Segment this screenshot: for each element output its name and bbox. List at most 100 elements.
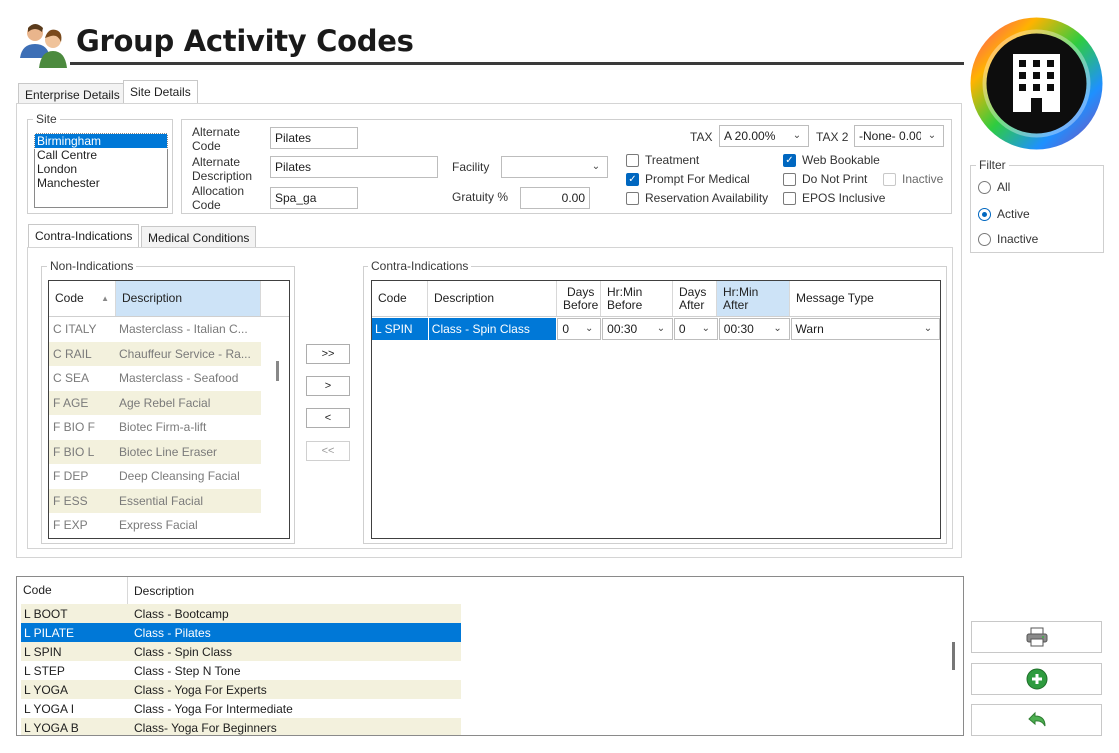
col-description-header[interactable]: Description [428,281,557,316]
ni-desc-cell: Chauffeur Service - Ra... [119,346,251,361]
gratuity-input[interactable] [520,187,590,209]
sort-up-icon: ▲ [101,294,109,303]
activity-code-list[interactable]: Code Description L BOOT Class - Bootcamp L… [16,576,964,736]
list-item[interactable]: L YOGA Class - Yoga For Experts [21,680,461,699]
col-hrmin-after-header[interactable]: Hr:Min After [717,281,790,316]
filter-active-radio[interactable]: Active [978,207,1030,221]
site-item-london[interactable]: London [35,162,167,176]
filter-label: Filter [976,158,1009,172]
epos-inclusive-checkbox[interactable]: EPOS Inclusive [783,191,885,205]
col-code-header[interactable]: Code ▲ [49,281,116,316]
chevron-down-icon: ⌄ [773,323,782,334]
remove-all-button[interactable]: << [306,441,350,461]
hrmin-after-select[interactable]: 00:30 ⌄ [718,318,790,340]
inactive-checkbox[interactable]: Inactive [883,172,943,186]
ni-desc-cell: Masterclass - Italian C... [119,322,248,337]
list-item[interactable]: L BOOT Class - Bootcamp [21,604,461,623]
list-item[interactable]: L YOGA B Class- Yoga For Beginners [21,718,461,735]
ni-code-cell: F DEP [53,469,89,484]
ni-code-cell: C RAIL [53,346,92,361]
days-after-select[interactable]: 0 ⌄ [673,318,718,340]
site-group-label: Site [33,112,60,126]
tax2-select[interactable]: -None- 0.00 ⌄ [854,125,944,147]
col-description-header[interactable]: Description [116,281,261,316]
table-row[interactable]: F ESS Essential Facial [49,488,261,513]
col-description-header[interactable]: Description [128,584,194,598]
list-desc-cell: Class - Bootcamp [134,606,229,621]
scrollbar-thumb[interactable] [276,361,279,381]
filter-all-radio[interactable]: All [978,180,1010,194]
site-item-manchester[interactable]: Manchester [35,176,167,190]
table-row[interactable]: C RAIL Chauffeur Service - Ra... [49,341,261,366]
col-message-type-header[interactable]: Message Type [790,281,940,316]
col-code-header[interactable]: Code [372,281,428,316]
alt-code-input[interactable] [270,127,358,149]
table-row[interactable]: F DEP Deep Cleansing Facial [49,464,261,489]
contra-indications-grid[interactable]: Code Description Days Before Hr:Min Befo… [371,280,941,539]
do-not-print-checkbox[interactable]: Do Not Print [783,172,867,186]
col-code-header[interactable]: Code [17,577,128,604]
ci-code-cell: L SPIN [372,318,428,340]
table-row[interactable]: C SEA Masterclass - Seafood [49,366,261,391]
ni-desc-cell: Age Rebel Facial [119,395,211,410]
table-row[interactable]: F BIO L Biotec Line Eraser [49,439,261,464]
col-days-after-header[interactable]: Days After [673,281,717,316]
prompt-medical-label: Prompt For Medical [645,172,750,186]
list-code-cell: L PILATE [24,625,75,640]
alloc-code-input[interactable] [270,187,358,209]
table-row[interactable]: L SPIN Class - Spin Class 0 ⌄ 00:30 ⌄ 0 … [372,317,940,341]
reservation-label: Reservation Availability [645,191,769,205]
table-row[interactable]: F EXP Express Facial [49,513,261,538]
prompt-medical-checkbox[interactable]: ✓ Prompt For Medical [626,172,750,186]
title-rule [70,62,964,65]
tab-medical-conditions[interactable]: Medical Conditions [141,226,257,248]
tab-enterprise-details[interactable]: Enterprise Details [18,83,127,105]
list-item[interactable]: L PILATE Class - Pilates [21,623,461,642]
site-item-call-centre[interactable]: Call Centre [35,148,167,162]
list-item[interactable]: L SPIN Class - Spin Class [21,642,461,661]
site-listbox[interactable]: Birmingham Call Centre London Manchester [34,133,168,208]
table-row[interactable]: F AGE Age Rebel Facial [49,390,261,415]
list-header: Code Description [17,577,963,604]
treatment-checkbox[interactable]: Treatment [626,153,699,167]
col-days-before-header[interactable]: Days Before [557,281,601,316]
col-hrmin-before-header[interactable]: Hr:Min Before [601,281,673,316]
add-button[interactable]: > [306,376,350,396]
checkbox-box [783,172,796,186]
tab-site-details[interactable]: Site Details [123,80,198,104]
site-item-birmingham[interactable]: Birmingham [34,133,168,149]
reservation-checkbox[interactable]: Reservation Availability [626,191,768,205]
radio-dot [978,232,991,246]
web-bookable-checkbox[interactable]: ✓ Web Bookable [783,153,880,167]
epos-inclusive-label: EPOS Inclusive [802,191,886,205]
chevron-down-icon: ⌄ [792,130,802,141]
message-type-select[interactable]: Warn ⌄ [790,318,940,340]
table-row[interactable]: F BIO F Biotec Firm-a-lift [49,415,261,440]
ni-code-cell: F BIO F [53,420,95,435]
list-item[interactable]: L YOGA I Class - Yoga For Intermediate [21,699,461,718]
days-before-select[interactable]: 0 ⌄ [557,318,602,340]
add-button-side[interactable] [971,663,1102,695]
filter-inactive-radio[interactable]: Inactive [978,232,1038,246]
non-indications-grid[interactable]: Code ▲ Description C ITALY Masterclass - … [48,280,290,539]
list-item[interactable]: L STEP Class - Step N Tone [21,661,461,680]
add-all-button[interactable]: >> [306,344,350,364]
gratuity-label: Gratuity % [452,190,509,204]
tax-select[interactable]: A 20.00% ⌄ [719,125,809,147]
checkbox-box [626,191,639,205]
print-button[interactable] [971,621,1102,653]
hrmin-before-select[interactable]: 00:30 ⌄ [602,318,673,340]
check-icon: ✓ [626,172,639,186]
undo-button[interactable] [971,704,1102,736]
tax2-label: TAX 2 [816,130,849,144]
tab-contra-indications[interactable]: Contra-Indications [28,224,140,248]
ni-code-cell: F AGE [53,395,89,410]
list-desc-cell: Class - Yoga For Intermediate [134,701,293,716]
table-row[interactable]: C ITALY Masterclass - Italian C... [49,317,261,342]
alt-desc-label: Alternate Description [192,155,253,183]
remove-button[interactable]: < [306,408,350,428]
alt-desc-input[interactable] [270,156,438,178]
scrollbar-thumb[interactable] [952,642,955,670]
facility-select[interactable]: ⌄ [501,156,608,178]
building-icon [969,16,1104,151]
